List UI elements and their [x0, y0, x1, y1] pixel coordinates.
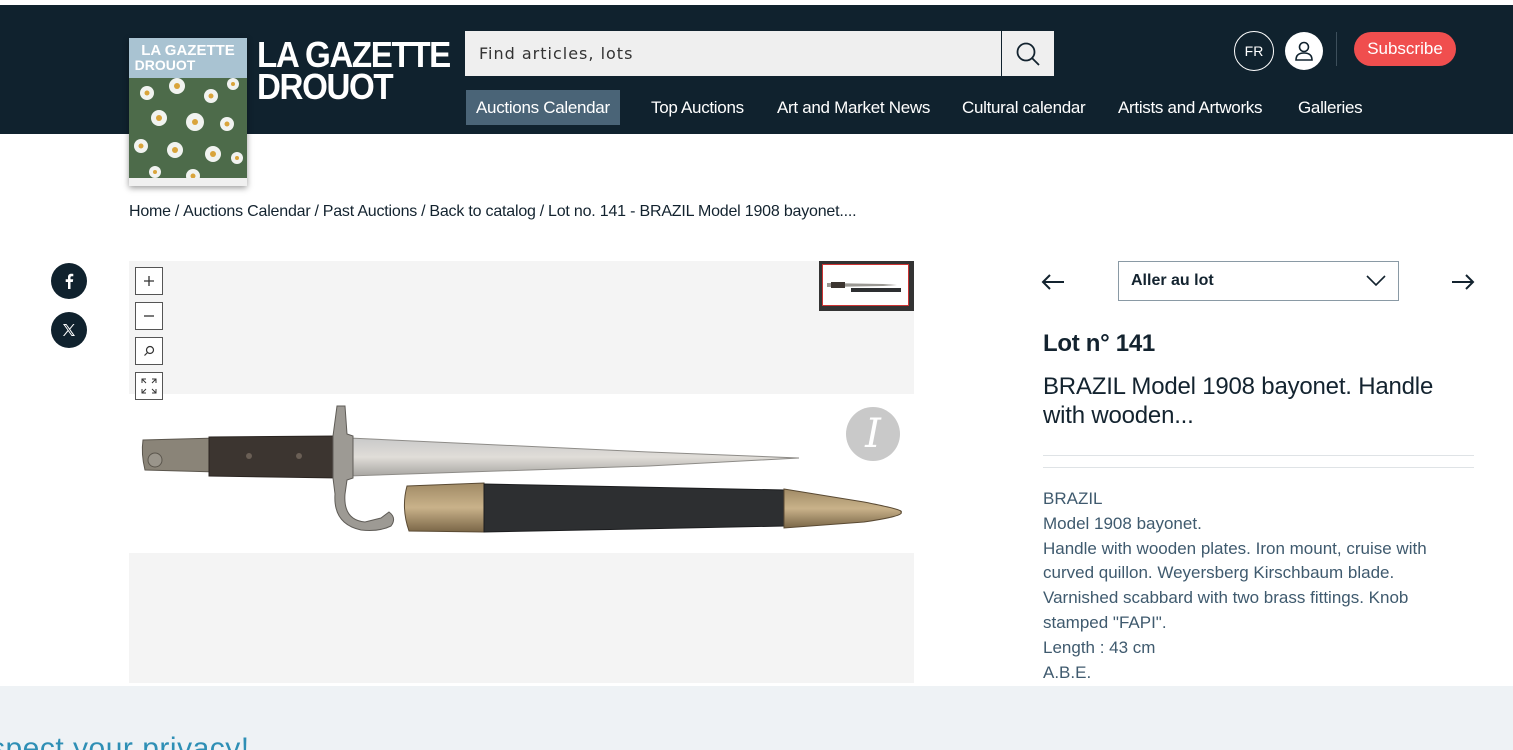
breadcrumb-auctions-calendar[interactable]: Auctions Calendar [183, 203, 311, 220]
header-divider [1336, 32, 1337, 66]
nav-artists-artworks[interactable]: Artists and Artworks [1118, 90, 1263, 125]
search-bar [465, 31, 1054, 76]
zoom-out-button[interactable] [135, 302, 163, 330]
fullscreen-icon [141, 378, 157, 394]
arrow-right-icon [1452, 274, 1475, 290]
home-zoom-button[interactable] [135, 337, 163, 365]
goto-lot-select[interactable]: Aller au lot [1118, 261, 1399, 301]
nav-cultural-calendar[interactable]: Cultural calendar [962, 90, 1086, 125]
lot-description: BRAZIL Model 1908 bayonet. Handle with w… [1043, 487, 1473, 685]
x-icon [63, 324, 75, 336]
zoom-in-button[interactable] [135, 267, 163, 295]
description-line: Varnished scabbard with two brass fittin… [1043, 588, 1409, 608]
search-input[interactable] [465, 31, 1001, 76]
facebook-icon [65, 273, 74, 289]
account-button[interactable] [1285, 32, 1323, 70]
zoom-in-icon [144, 276, 154, 286]
search-icon [144, 345, 155, 356]
lot-image[interactable] [129, 394, 914, 553]
description-line: Handle with wooden plates. Iron mount, c… [1043, 538, 1427, 558]
subscribe-button[interactable]: Subscribe [1354, 32, 1456, 66]
image-viewer[interactable]: I [129, 261, 914, 683]
breadcrumb-separator: / [539, 203, 544, 220]
fullscreen-button[interactable] [135, 372, 163, 400]
breadcrumb: Home / Auctions Calendar / Past Auctions / Bac… [129, 203, 857, 221]
divider [1043, 467, 1474, 468]
zoom-out-icon [144, 315, 154, 317]
breadcrumb-home[interactable]: Home [129, 203, 171, 220]
breadcrumb-back-to-catalog[interactable]: Back to catalog [429, 203, 536, 220]
watermark-logo: I [846, 407, 900, 461]
previous-lot-button[interactable] [1041, 268, 1065, 296]
cookie-banner: spect your privacy! [0, 686, 1513, 750]
arrow-left-icon [1041, 274, 1064, 290]
next-lot-button[interactable] [1451, 268, 1475, 296]
description-line: A.B.E. [1043, 662, 1092, 682]
description-line: curved quillon. Weyersberg Kirschbaum bl… [1043, 563, 1395, 583]
nav-top-auctions[interactable]: Top Auctions [651, 90, 744, 125]
description-line: BRAZIL [1043, 489, 1103, 508]
lot-title: BRAZIL Model 1908 bayonet. Handle with w… [1043, 373, 1434, 429]
site-logo[interactable]: LA GAZETTE DROUOT [257, 37, 451, 107]
language-switch[interactable]: FR [1234, 31, 1274, 71]
breadcrumb-separator: / [174, 203, 180, 220]
thumbnail-navigator[interactable] [819, 261, 914, 311]
goto-lot-label: Aller au lot [1131, 272, 1214, 289]
cookie-title: spect your privacy! [0, 732, 250, 750]
nav-auctions-calendar[interactable]: Auctions Calendar [466, 90, 620, 125]
description-line: Model 1908 bayonet. [1043, 513, 1202, 533]
share-facebook-button[interactable] [51, 263, 87, 299]
breadcrumb-separator: / [314, 203, 319, 220]
nav-galleries[interactable]: Galleries [1298, 90, 1363, 125]
magazine-cover[interactable]: LA GAZETTE DROUOT [129, 38, 247, 186]
breadcrumb-past-auctions[interactable]: Past Auctions [323, 203, 418, 220]
cover-title-line-2: DROUOT [135, 57, 196, 73]
user-icon [1295, 41, 1313, 61]
magazine-cover-art: LA GAZETTE DROUOT [129, 38, 247, 186]
divider [1043, 455, 1474, 456]
description-line: stamped "FAPI". [1043, 612, 1167, 632]
breadcrumb-current: Lot no. 141 - BRAZIL Model 1908 bayonet.… [548, 203, 857, 220]
chevron-down-icon [1366, 275, 1386, 287]
search-button[interactable] [1001, 31, 1054, 76]
breadcrumb-separator: / [421, 203, 426, 220]
thumbnail-image [827, 282, 901, 292]
logo-line-2: DROUOT [257, 66, 394, 107]
nav-art-market-news[interactable]: Art and Market News [777, 90, 930, 125]
lot-number: Lot n° 141 [1043, 330, 1155, 357]
share-x-button[interactable] [51, 312, 87, 348]
bayonet-photo [141, 405, 902, 533]
description-line: Length : 43 cm [1043, 637, 1156, 657]
search-icon [1016, 42, 1040, 66]
thumbnail-viewport [822, 264, 909, 306]
